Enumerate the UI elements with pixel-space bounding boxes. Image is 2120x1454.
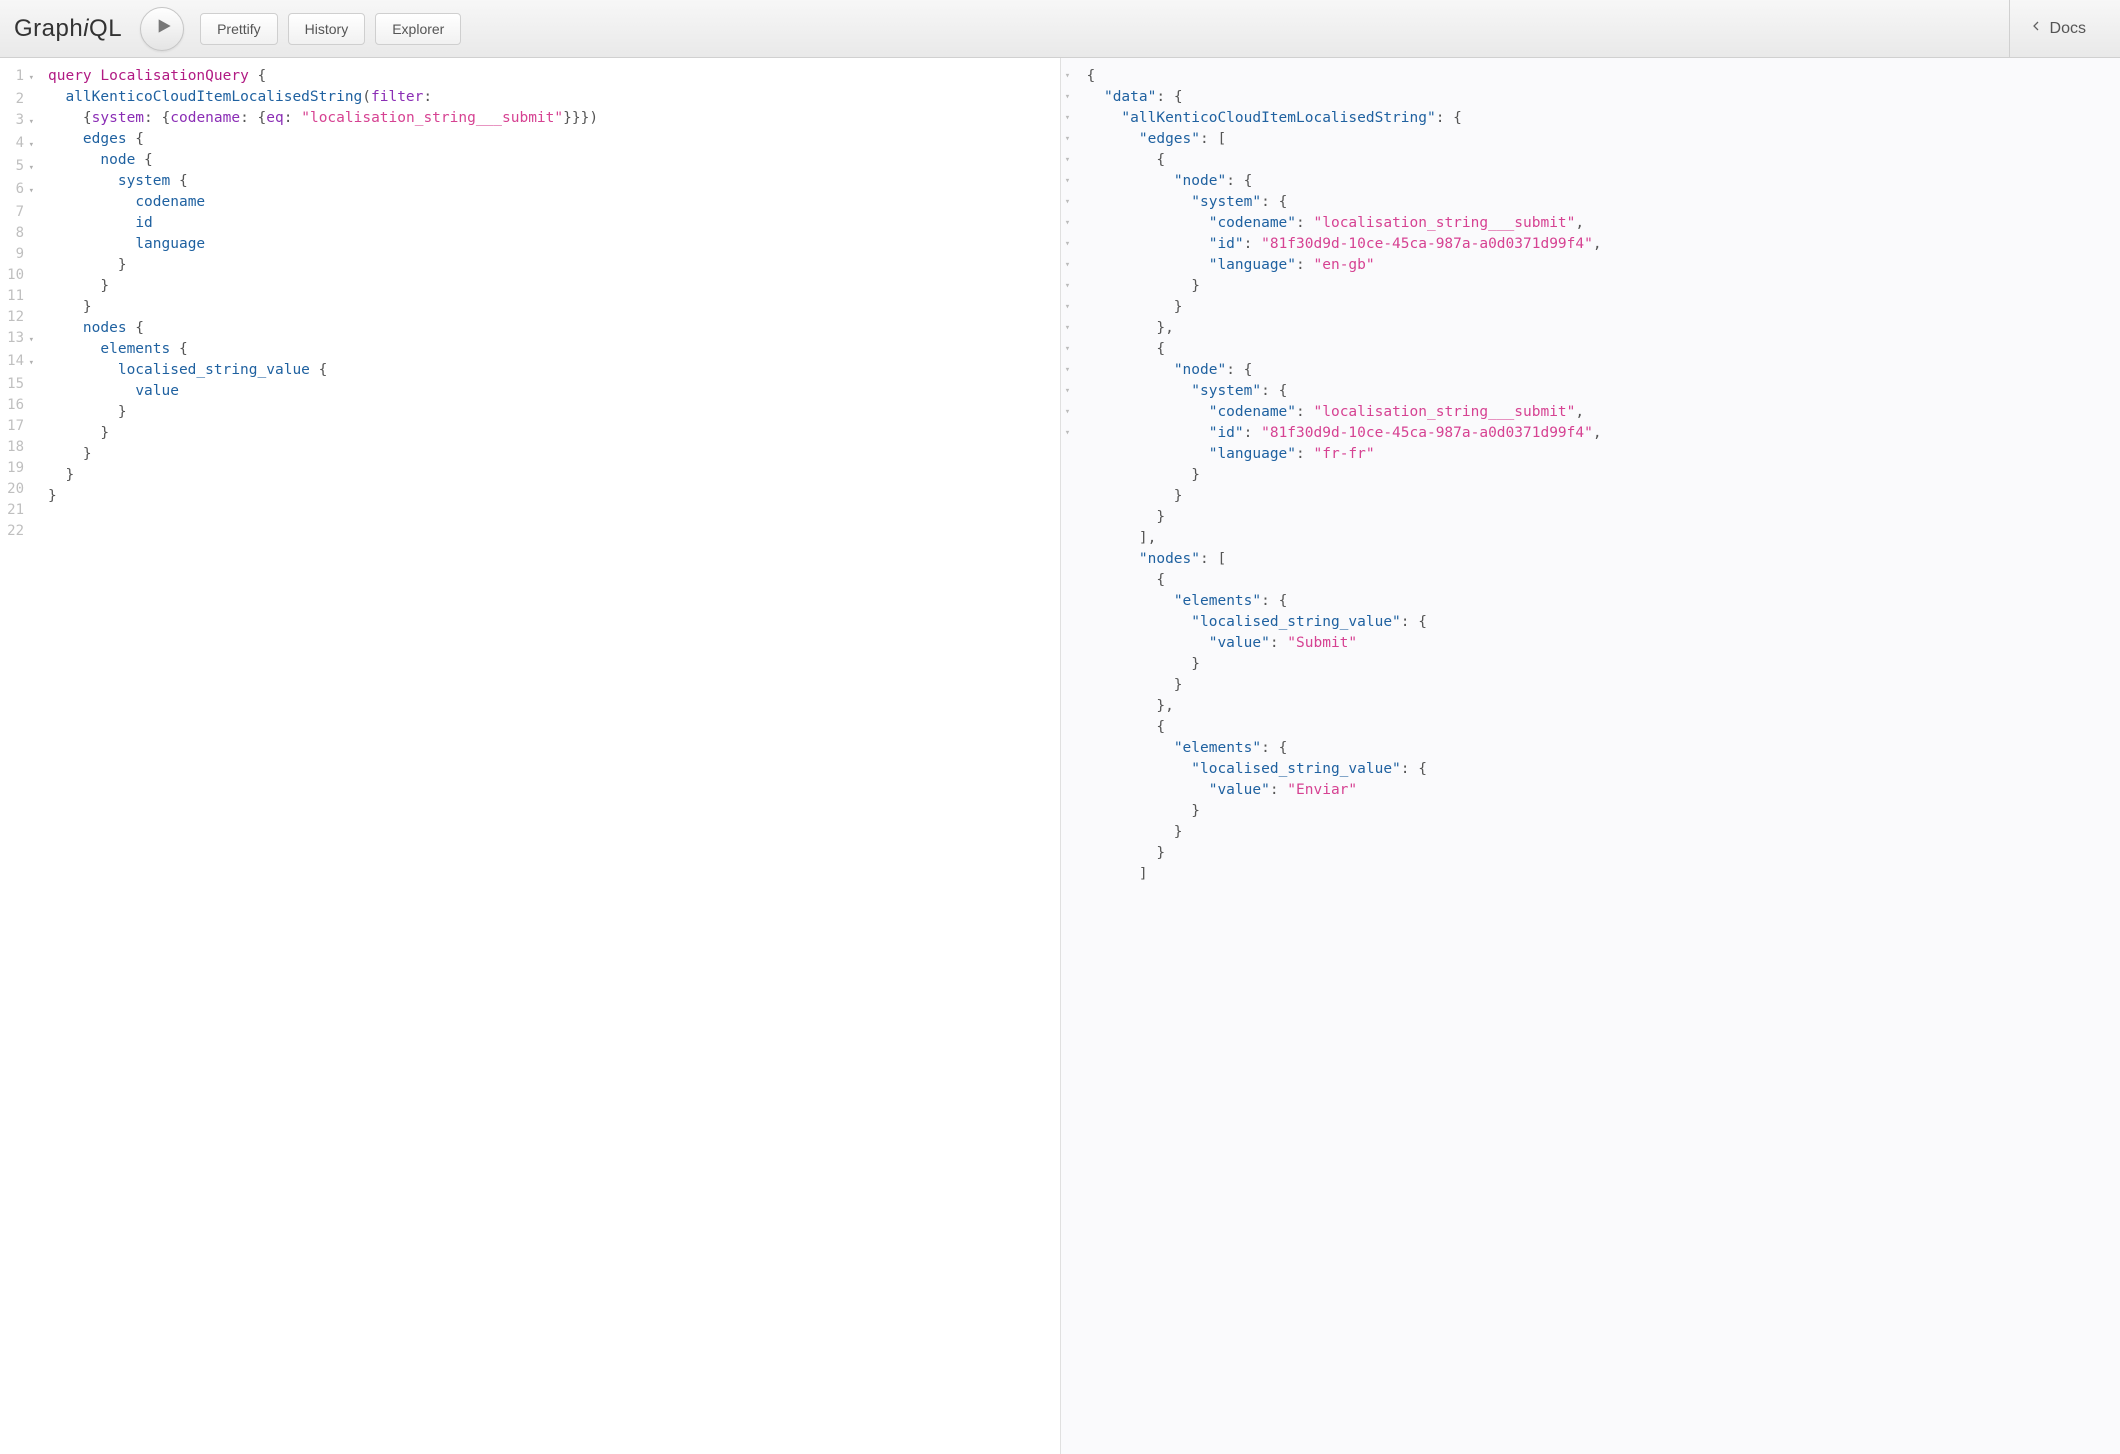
line-number: 9 [0,244,34,265]
history-label: History [305,21,349,37]
fold-marker[interactable]: ▾ [1061,213,1075,234]
line-number: 2 [0,89,34,110]
prettify-label: Prettify [217,21,261,37]
fold-marker[interactable]: ▾ [1061,192,1075,213]
line-number: 16 [0,395,34,416]
explorer-label: Explorer [392,21,444,37]
fold-marker[interactable]: ▾ [1061,297,1075,318]
line-number: 19 [0,458,34,479]
fold-marker[interactable]: ▾ [1061,402,1075,423]
fold-marker[interactable]: ▾ [1061,129,1075,150]
line-number: 13▾ [0,328,34,351]
line-number: 7 [0,202,34,223]
line-number: 15 [0,374,34,395]
fold-marker[interactable]: ▾ [1061,381,1075,402]
docs-label: Docs [2050,20,2086,38]
fold-marker[interactable]: ▾ [1061,255,1075,276]
chevron-left-icon [2030,18,2050,39]
line-number: 14▾ [0,351,34,374]
toolbar: GraphiQL Prettify History Explorer Docs [0,0,2120,58]
line-number: 3▾ [0,110,34,133]
line-number: 10 [0,265,34,286]
fold-marker[interactable]: ▾ [1061,66,1075,87]
editor-gutter: 1▾23▾4▾5▾6▾78910111213▾14▾15161718192021… [0,58,42,1454]
fold-marker[interactable]: ▾ [1061,171,1075,192]
result-viewer[interactable]: { "data": { "allKenticoCloudItemLocalise… [1077,58,2120,1454]
fold-marker[interactable]: ▾ [1061,150,1075,171]
result-fold-gutter: ▾▾▾▾▾▾▾▾▾▾▾▾▾▾▾▾▾▾ [1061,58,1077,1454]
fold-marker[interactable]: ▾ [1061,360,1075,381]
line-number: 20 [0,479,34,500]
line-number: 17 [0,416,34,437]
line-number: 8 [0,223,34,244]
explorer-button[interactable]: Explorer [375,13,461,45]
line-number: 21 [0,500,34,521]
query-editor-pane: 1▾23▾4▾5▾6▾78910111213▾14▾15161718192021… [0,58,1060,1454]
line-number: 5▾ [0,156,34,179]
history-button[interactable]: History [288,13,366,45]
prettify-button[interactable]: Prettify [200,13,278,45]
line-number: 6▾ [0,179,34,202]
query-editor[interactable]: query LocalisationQuery { allKenticoClou… [42,58,1060,1454]
fold-marker[interactable]: ▾ [1061,318,1075,339]
execute-button[interactable] [140,7,184,51]
app-logo: GraphiQL [14,15,122,43]
fold-marker[interactable]: ▾ [1061,108,1075,129]
result-pane: ▾▾▾▾▾▾▾▾▾▾▾▾▾▾▾▾▾▾ { "data": { "allKenti… [1060,58,2120,1454]
line-number: 11 [0,286,34,307]
fold-marker[interactable]: ▾ [1061,234,1075,255]
logo-text-1: Graph [14,15,83,42]
play-icon [153,18,172,39]
line-number: 1▾ [0,66,34,89]
logo-text-2: QL [89,15,122,42]
fold-marker[interactable]: ▾ [1061,423,1075,444]
fold-marker[interactable]: ▾ [1061,276,1075,297]
line-number: 22 [0,521,34,542]
line-number: 18 [0,437,34,458]
fold-marker[interactable]: ▾ [1061,339,1075,360]
line-number: 4▾ [0,133,34,156]
line-number: 12 [0,307,34,328]
fold-marker[interactable]: ▾ [1061,87,1075,108]
docs-toggle[interactable]: Docs [2009,0,2106,57]
workspace: 1▾23▾4▾5▾6▾78910111213▾14▾15161718192021… [0,58,2120,1454]
